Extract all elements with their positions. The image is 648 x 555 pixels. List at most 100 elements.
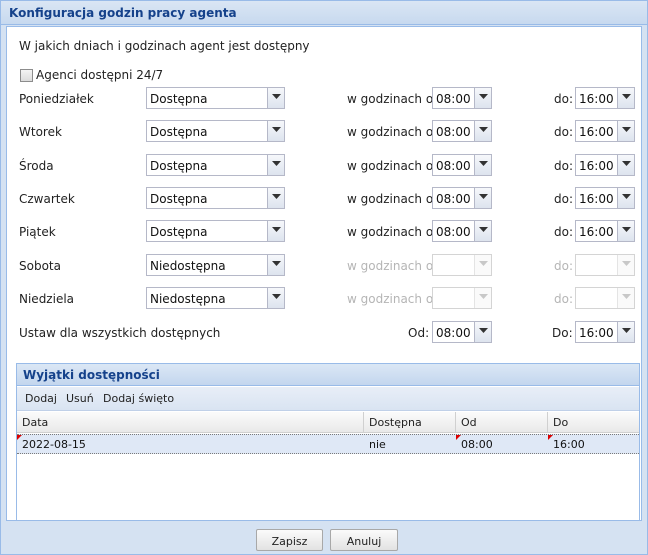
to-hours-label: do: <box>554 125 574 139</box>
chevron-down-icon[interactable] <box>617 288 634 308</box>
day-to-value: 16:00 <box>579 159 614 173</box>
day-status-value: Dostępna <box>150 159 208 173</box>
day-from-combo[interactable]: 08:00 <box>432 87 492 109</box>
day-to-combo[interactable] <box>575 287 635 309</box>
chevron-down-icon[interactable] <box>267 155 284 175</box>
day-status-combo[interactable]: Dostępna <box>146 220 285 242</box>
chevron-down-icon[interactable] <box>474 221 491 241</box>
day-from-combo[interactable] <box>432 254 492 276</box>
from-hours-label: w godzinach od: <box>347 225 445 239</box>
set-all-from-value: 08:00 <box>436 326 471 340</box>
grid-header: Data Dostępna Od Do <box>17 412 639 433</box>
to-hours-label: do: <box>554 192 574 206</box>
day-status-combo[interactable]: Dostępna <box>146 87 285 109</box>
day-status-combo[interactable]: Dostępna <box>146 187 285 209</box>
column-header-available[interactable]: Dostępna <box>364 412 456 432</box>
cell-to[interactable]: 16:00 <box>548 435 639 453</box>
day-from-combo[interactable]: 08:00 <box>432 220 492 242</box>
day-label: Wtorek <box>19 125 62 139</box>
from-hours-label: w godzinach od: <box>347 292 445 306</box>
dialog-title: Konfiguracja godzin pracy agenta <box>9 6 237 20</box>
day-to-value: 16:00 <box>579 225 614 239</box>
day-to-combo[interactable]: 16:00 <box>575 220 635 242</box>
day-to-combo[interactable] <box>575 254 635 276</box>
set-all-to-combo[interactable]: 16:00 <box>575 321 635 343</box>
chevron-down-icon[interactable] <box>617 188 634 208</box>
day-from-value: 08:00 <box>436 92 471 106</box>
chevron-down-icon[interactable] <box>474 121 491 141</box>
day-from-combo[interactable]: 08:00 <box>432 120 492 142</box>
day-status-combo[interactable]: Dostępna <box>146 154 285 176</box>
exceptions-toolbar: Dodaj Usuń Dodaj święto <box>17 387 639 411</box>
chevron-down-icon[interactable] <box>617 88 634 108</box>
chevron-down-icon[interactable] <box>474 88 491 108</box>
day-status-value: Dostępna <box>150 225 208 239</box>
add-holiday-button[interactable]: Dodaj święto <box>103 392 174 405</box>
from-hours-label: w godzinach od: <box>347 159 445 173</box>
set-all-from-combo[interactable]: 08:00 <box>432 321 492 343</box>
day-status-combo[interactable]: Niedostępna <box>146 254 285 276</box>
day-to-value: 16:00 <box>579 192 614 206</box>
chevron-down-icon[interactable] <box>474 288 491 308</box>
day-label: Środa <box>19 159 54 173</box>
chevron-down-icon[interactable] <box>267 88 284 108</box>
day-status-value: Dostępna <box>150 125 208 139</box>
day-status-value: Dostępna <box>150 92 208 106</box>
chevron-down-icon[interactable] <box>474 188 491 208</box>
chevron-down-icon[interactable] <box>617 121 634 141</box>
day-from-combo[interactable]: 08:00 <box>432 187 492 209</box>
chevron-down-icon[interactable] <box>474 155 491 175</box>
day-status-value: Dostępna <box>150 192 208 206</box>
exceptions-panel-header: Wyjątki dostępności <box>17 364 639 386</box>
from-hours-label: w godzinach od: <box>347 192 445 206</box>
day-to-combo[interactable]: 16:00 <box>575 120 635 142</box>
exceptions-title: Wyjątki dostępności <box>23 368 160 382</box>
day-to-combo[interactable]: 16:00 <box>575 154 635 176</box>
add-exception-button[interactable]: Dodaj <box>25 392 57 405</box>
save-button[interactable]: Zapisz <box>256 529 323 551</box>
remove-exception-button[interactable]: Usuń <box>66 392 94 405</box>
day-label: Poniedziałek <box>19 92 94 106</box>
column-header-date[interactable]: Data <box>17 412 364 432</box>
day-label: Piątek <box>19 225 56 239</box>
chevron-down-icon[interactable] <box>267 221 284 241</box>
column-header-to[interactable]: Do <box>548 412 639 432</box>
set-all-label: Ustaw dla wszystkich dostępnych <box>19 326 221 340</box>
chevron-down-icon[interactable] <box>267 188 284 208</box>
chevron-down-icon[interactable] <box>267 288 284 308</box>
table-row[interactable]: 2022-08-15 nie 08:00 16:00 <box>17 434 639 454</box>
day-label: Niedziela <box>19 292 75 306</box>
cancel-button[interactable]: Anuluj <box>330 529 398 551</box>
chevron-down-icon[interactable] <box>474 322 491 342</box>
day-status-value: Niedostępna <box>150 292 226 306</box>
chevron-down-icon[interactable] <box>617 322 634 342</box>
to-hours-label: do: <box>554 92 574 106</box>
from-hours-label: w godzinach od: <box>347 125 445 139</box>
chevron-down-icon[interactable] <box>474 255 491 275</box>
cell-from[interactable]: 08:00 <box>456 435 548 453</box>
column-header-from[interactable]: Od <box>456 412 548 432</box>
always-available-checkbox[interactable] <box>20 69 33 82</box>
to-hours-label: do: <box>554 259 574 273</box>
exceptions-panel: Wyjątki dostępności Dodaj Usuń Dodaj świ… <box>16 363 640 521</box>
day-from-combo[interactable]: 08:00 <box>432 154 492 176</box>
day-to-value: 16:00 <box>579 125 614 139</box>
day-label: Sobota <box>19 259 61 273</box>
day-from-combo[interactable] <box>432 287 492 309</box>
cell-available[interactable]: nie <box>364 435 456 453</box>
day-status-combo[interactable]: Niedostępna <box>146 287 285 309</box>
chevron-down-icon[interactable] <box>617 221 634 241</box>
chevron-down-icon[interactable] <box>617 255 634 275</box>
chevron-down-icon[interactable] <box>617 155 634 175</box>
day-to-combo[interactable]: 16:00 <box>575 187 635 209</box>
day-from-value: 08:00 <box>436 225 471 239</box>
cell-date[interactable]: 2022-08-15 <box>17 435 364 453</box>
from-hours-label: w godzinach od: <box>347 259 445 273</box>
day-status-combo[interactable]: Dostępna <box>146 120 285 142</box>
chevron-down-icon[interactable] <box>267 255 284 275</box>
set-all-to-label: Do: <box>552 326 573 340</box>
day-to-combo[interactable]: 16:00 <box>575 87 635 109</box>
day-to-value: 16:00 <box>579 92 614 106</box>
chevron-down-icon[interactable] <box>267 121 284 141</box>
day-label: Czwartek <box>19 192 75 206</box>
